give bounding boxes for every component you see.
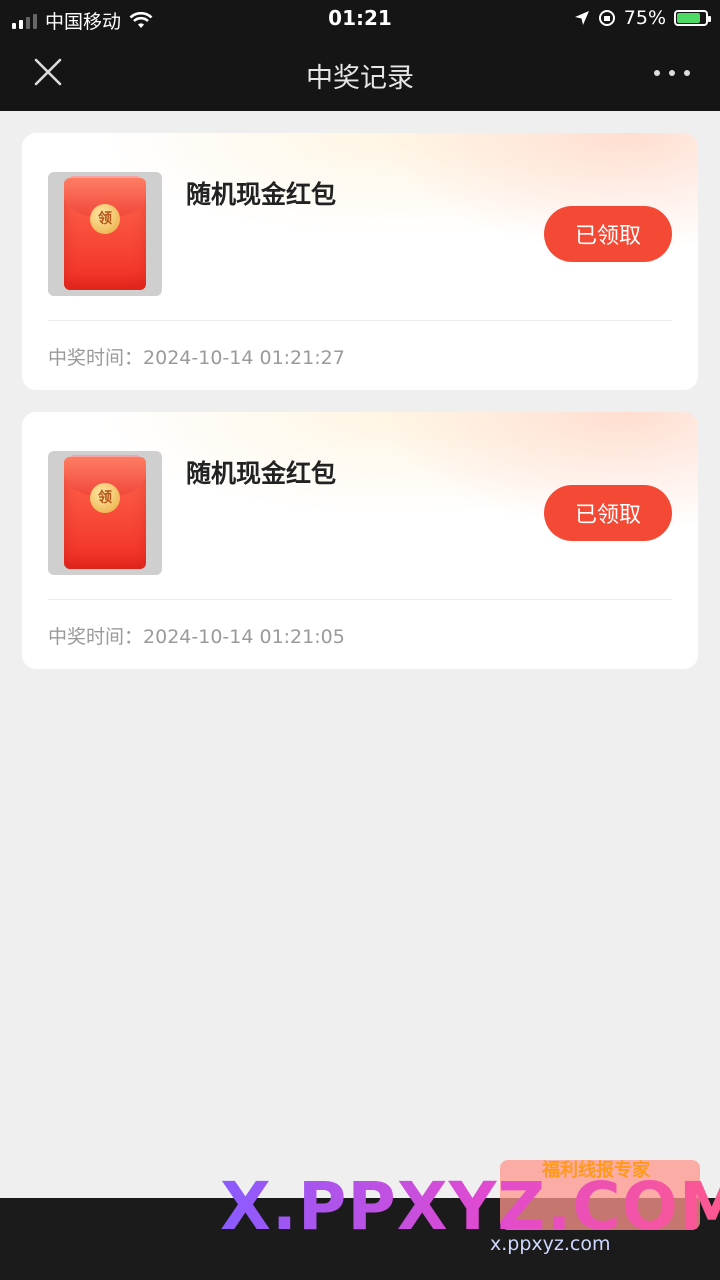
status-right: 75% (574, 7, 711, 29)
watermark-logo: X.PPXYZ.COM (220, 1168, 720, 1245)
record-list: 领 随机现金红包 已领取 中奖时间：2024-10-14 01:21:27 领 … (22, 133, 698, 691)
battery-icon (674, 10, 711, 26)
divider (48, 599, 672, 600)
watermark-url: x.ppxyz.com (490, 1233, 611, 1255)
win-time-label: 中奖时间： (48, 347, 144, 369)
envelope-coin-label: 领 (90, 483, 120, 513)
prize-name: 随机现金红包 (186, 459, 337, 488)
battery-percent: 75% (623, 7, 666, 29)
page-title: 中奖记录 (306, 63, 414, 94)
win-time: 中奖时间：2024-10-14 01:21:27 (48, 343, 345, 370)
red-envelope-image: 领 (48, 172, 162, 296)
envelope-coin-label: 领 (90, 204, 120, 234)
more-options-icon[interactable] (654, 60, 690, 86)
record-card: 领 随机现金红包 已领取 中奖时间：2024-10-14 01:21:05 (22, 412, 698, 669)
win-time: 中奖时间：2024-10-14 01:21:05 (48, 622, 345, 649)
rotation-lock-icon (598, 10, 615, 26)
claimed-button[interactable]: 已领取 (544, 485, 672, 541)
location-arrow-icon (574, 11, 589, 25)
prize-name: 随机现金红包 (186, 180, 337, 209)
divider (48, 320, 672, 321)
win-time-label: 中奖时间： (48, 626, 144, 648)
record-card: 领 随机现金红包 已领取 中奖时间：2024-10-14 01:21:27 (22, 133, 698, 390)
red-envelope-image: 领 (48, 451, 162, 575)
status-bar: 中国移动 01:21 75% (0, 0, 720, 36)
nav-bar: 中奖记录 (0, 36, 720, 111)
win-time-value: 2024-10-14 01:21:05 (143, 626, 345, 648)
win-time-value: 2024-10-14 01:21:27 (143, 347, 345, 369)
claimed-button[interactable]: 已领取 (544, 206, 672, 262)
